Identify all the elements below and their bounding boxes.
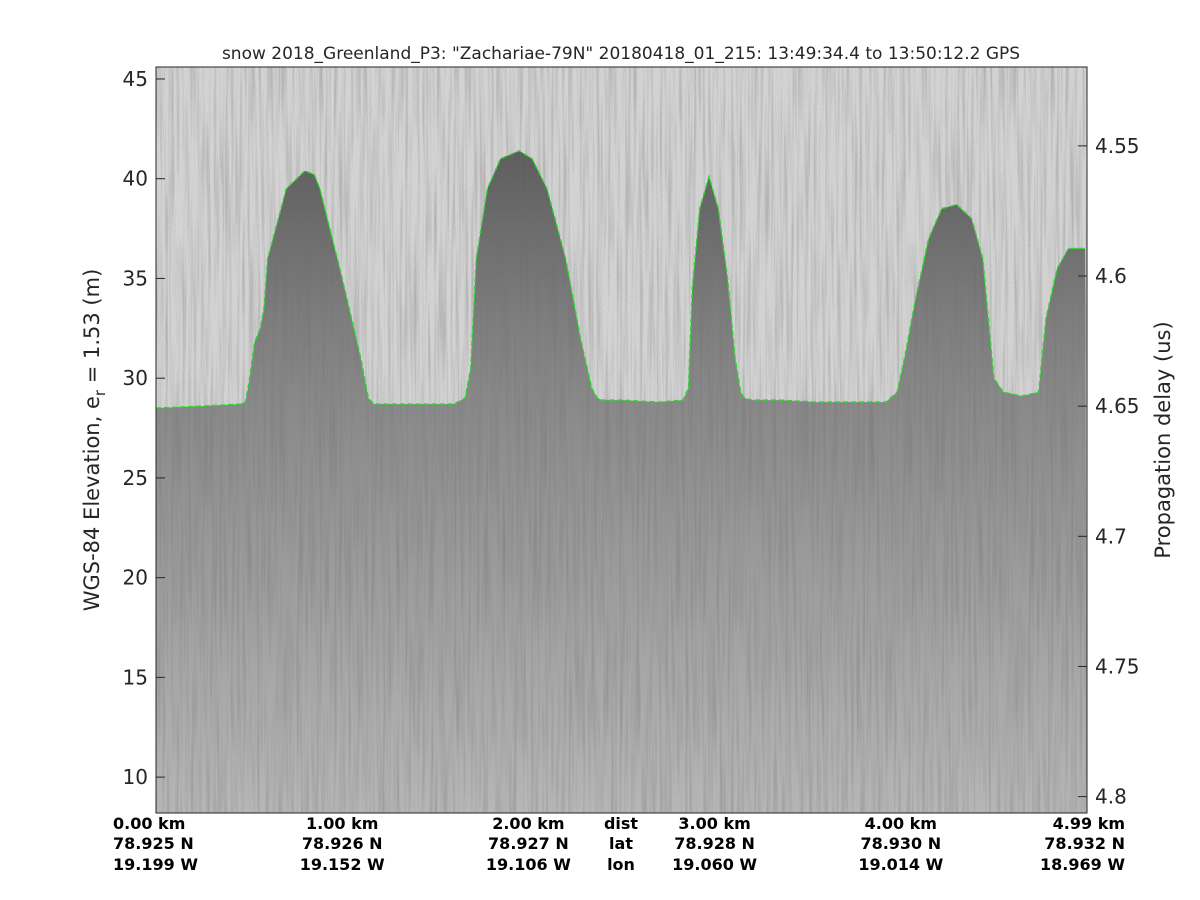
right-tick-label: 4.55 — [1095, 134, 1140, 158]
left-tick-label: 15 — [123, 665, 148, 689]
left-tick-label: 40 — [123, 167, 148, 191]
right-tick-label: 4.65 — [1095, 394, 1140, 418]
x-tick-lat-label: 78.932 N — [1044, 834, 1125, 853]
x-tick-dist-label: 2.00 km — [492, 814, 564, 833]
x-tick-lon-label: 19.060 W — [672, 855, 757, 874]
x-tick-lon-label: 19.014 W — [858, 855, 943, 874]
x-tick-lat-label: 78.925 N — [113, 834, 194, 853]
left-tick-label: 35 — [123, 266, 148, 290]
chart-title: snow 2018_Greenland_P3: "Zachariae-79N" … — [222, 44, 1020, 64]
x-tick-lat-label: 78.930 N — [860, 834, 941, 853]
left-tick-label: 30 — [123, 366, 148, 390]
left-tick-label: 45 — [123, 67, 148, 91]
x-tick-dist-label: 1.00 km — [306, 814, 378, 833]
x-tick-dist-label: 4.99 km — [1053, 814, 1125, 833]
y-axis-right-label: Propagation delay (us) — [1151, 321, 1175, 558]
right-tick-label: 4.6 — [1095, 264, 1127, 288]
x-tick-lon-label: 18.969 W — [1040, 855, 1125, 874]
x-tick-lon-label: 19.152 W — [300, 855, 385, 874]
left-tick-label: 25 — [123, 466, 148, 490]
right-tick-label: 4.8 — [1095, 785, 1127, 809]
left-tick-label: 10 — [123, 765, 148, 789]
right-tick-label: 4.7 — [1095, 524, 1127, 548]
x-tick-dist-label: 4.00 km — [865, 814, 937, 833]
x-tick-dist-label: 0.00 km — [113, 814, 185, 833]
radar-echogram-figure: 10 15 20 25 30 35 40 45 4.55 4.6 4.65 4.7 4.75 4.8 0… — [80, 44, 1175, 874]
x-row-name-label: lon — [607, 855, 635, 874]
x-row-name-label: dist — [604, 814, 638, 833]
x-tick-lat-label: 78.927 N — [488, 834, 569, 853]
right-tick-label: 4.75 — [1095, 654, 1140, 678]
x-tick-lat-label: 78.926 N — [302, 834, 383, 853]
x-row-name-label: lat — [609, 834, 633, 853]
x-tick-lat-label: 78.928 N — [674, 834, 755, 853]
left-tick-label: 20 — [123, 566, 148, 590]
y-axis-left-label: WGS-84 Elevation, er = 1.53 (m) — [80, 269, 109, 612]
x-tick-lon-label: 19.106 W — [486, 855, 571, 874]
x-tick-dist-label: 3.00 km — [678, 814, 750, 833]
x-axis-labels: 0.00 km78.925 N 19.199 W 1.00 km78.926 N 19… — [113, 814, 1125, 874]
x-tick-lon-label: 19.199 W — [113, 855, 198, 874]
